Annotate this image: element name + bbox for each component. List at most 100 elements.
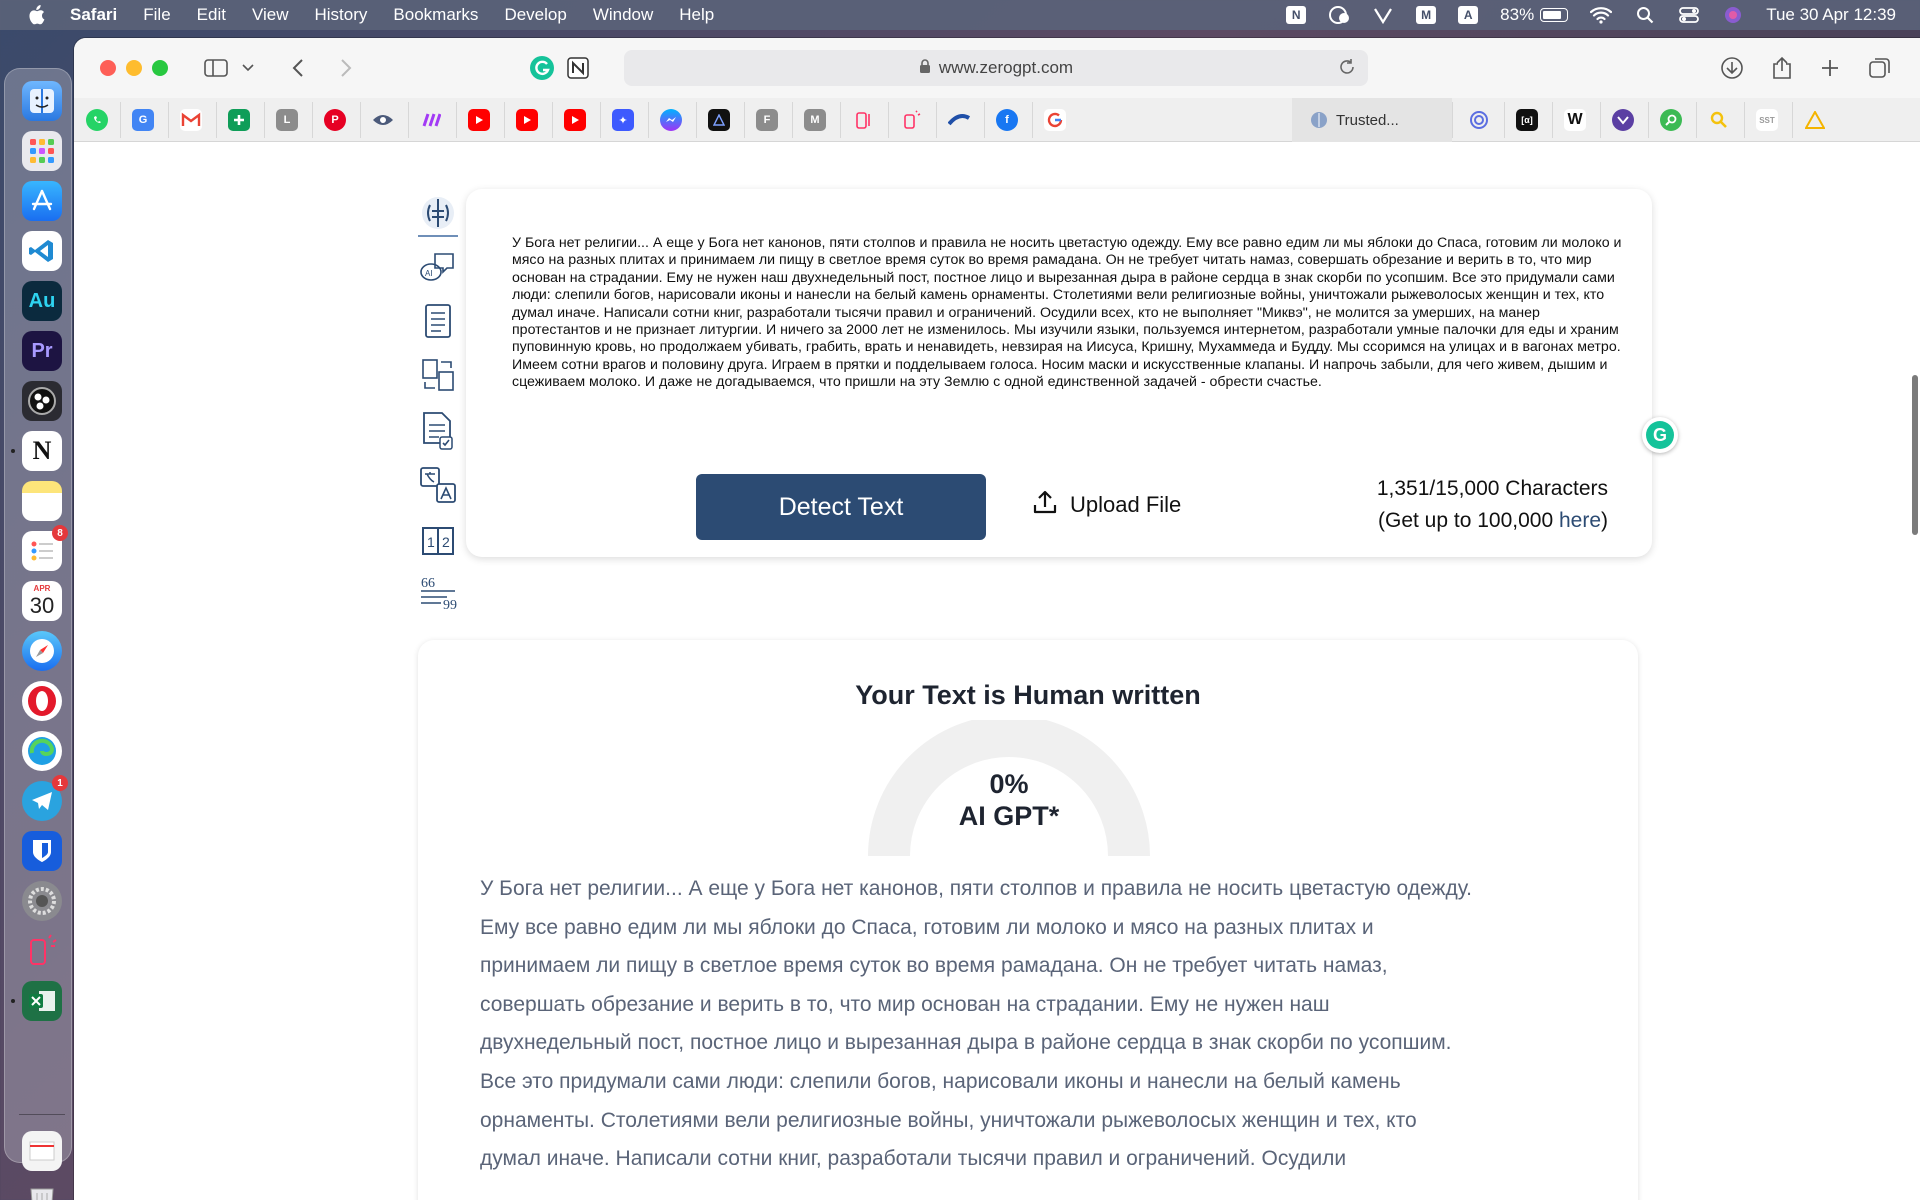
input-source-icon[interactable]: A bbox=[1458, 6, 1479, 24]
clock-badge-icon[interactable] bbox=[1328, 5, 1350, 25]
letter-m-tab-icon[interactable]: M bbox=[804, 109, 826, 131]
finder-app-icon[interactable] bbox=[22, 81, 62, 121]
upgrade-here-link[interactable]: here bbox=[1559, 509, 1601, 532]
address-bar[interactable]: www.zerogpt.com bbox=[624, 50, 1368, 86]
word-counter-icon[interactable]: 12 bbox=[418, 521, 458, 561]
edge-app-icon[interactable] bbox=[22, 731, 62, 771]
excel-app-icon[interactable] bbox=[22, 981, 62, 1021]
paraphraser-icon[interactable] bbox=[418, 355, 458, 395]
new-tab-icon[interactable] bbox=[1816, 54, 1844, 82]
menu-develop[interactable]: Develop bbox=[504, 5, 566, 25]
obs-app-icon[interactable] bbox=[22, 381, 62, 421]
safari-app-icon[interactable] bbox=[22, 631, 62, 671]
menu-history[interactable]: History bbox=[315, 5, 368, 25]
calendar-app-icon[interactable]: APR 30 bbox=[22, 581, 62, 621]
active-tab[interactable]: Trusted... bbox=[1292, 98, 1452, 142]
mirror-tab-icon[interactable] bbox=[900, 109, 922, 131]
ai-detector-brain-icon[interactable] bbox=[418, 191, 458, 237]
mirror-tab-icon[interactable] bbox=[852, 109, 874, 131]
battery-status[interactable]: 83% bbox=[1500, 5, 1569, 25]
magnifier-tab-icon[interactable] bbox=[1708, 109, 1730, 131]
youtube-tab-icon[interactable] bbox=[516, 109, 538, 131]
downloads-icon[interactable] bbox=[1718, 54, 1746, 82]
premiere-app-icon[interactable]: Pr bbox=[22, 331, 62, 371]
telegram-app-icon[interactable]: 1 bbox=[22, 775, 68, 821]
wave-tab-icon[interactable] bbox=[948, 109, 970, 131]
letter-l-tab-icon[interactable]: L bbox=[276, 109, 298, 131]
sidebar-toggle-icon[interactable] bbox=[202, 54, 230, 82]
reminders-app-icon[interactable]: 8 bbox=[22, 525, 68, 571]
launchpad-app-icon[interactable] bbox=[22, 131, 62, 171]
control-center-icon[interactable] bbox=[1678, 5, 1700, 25]
menubar-datetime[interactable]: Tue 30 Apr 12:39 bbox=[1766, 5, 1896, 25]
translator-icon[interactable] bbox=[418, 465, 458, 505]
tab-overview-icon[interactable] bbox=[1866, 54, 1894, 82]
whatsapp-tab-icon[interactable] bbox=[86, 109, 108, 131]
vscode-app-icon[interactable] bbox=[22, 231, 62, 271]
menu-edit[interactable]: Edit bbox=[197, 5, 226, 25]
siri-icon[interactable] bbox=[1722, 5, 1744, 25]
minimize-window-button[interactable] bbox=[126, 60, 142, 76]
notion-app-icon[interactable]: N bbox=[22, 431, 62, 471]
sparkle-tab-icon[interactable]: ✦ bbox=[612, 109, 634, 131]
wifi-icon[interactable] bbox=[1590, 5, 1613, 25]
menu-bookmarks[interactable]: Bookmarks bbox=[393, 5, 478, 25]
eye-tab-icon[interactable] bbox=[372, 109, 394, 131]
grammarly-badge-icon[interactable]: G bbox=[1642, 417, 1678, 453]
menu-view[interactable]: View bbox=[252, 5, 289, 25]
pinterest-tab-icon[interactable]: P bbox=[324, 109, 346, 131]
upload-file-button[interactable]: Upload File bbox=[1032, 485, 1181, 525]
sst-tab-icon[interactable]: SST bbox=[1756, 109, 1778, 131]
opera-app-icon[interactable] bbox=[22, 681, 62, 721]
messenger-tab-icon[interactable] bbox=[660, 109, 682, 131]
medium-menubar-icon[interactable]: M bbox=[1416, 6, 1437, 24]
citation-generator-icon[interactable]: 66 99 bbox=[418, 573, 458, 613]
google-tab-icon[interactable] bbox=[1044, 109, 1066, 131]
downloads-stack-icon[interactable] bbox=[22, 1131, 62, 1171]
bitwarden-app-icon[interactable] bbox=[22, 831, 62, 871]
reload-icon[interactable] bbox=[1338, 58, 1356, 81]
gmail-tab-icon[interactable] bbox=[180, 109, 202, 131]
text-input-area[interactable]: У Бога нет религии... А еще у Бога нет к… bbox=[512, 235, 1622, 392]
ai-chat-icon[interactable]: AI bbox=[418, 247, 458, 287]
dark-app-tab-icon[interactable] bbox=[708, 109, 730, 131]
forward-button-icon[interactable] bbox=[332, 54, 360, 82]
share-icon[interactable] bbox=[1768, 54, 1796, 82]
menu-app-name[interactable]: Safari bbox=[70, 5, 117, 25]
facebook-tab-icon[interactable]: f bbox=[996, 109, 1018, 131]
vpn-icon[interactable] bbox=[1372, 5, 1394, 25]
detect-text-button[interactable]: Detect Text bbox=[696, 474, 986, 540]
bracket-tab-icon[interactable]: [α] bbox=[1516, 109, 1538, 131]
shield-tab-icon[interactable] bbox=[1612, 109, 1634, 131]
google-translate-tab-icon[interactable]: G bbox=[132, 109, 154, 131]
spotlight-search-icon[interactable] bbox=[1634, 5, 1656, 25]
notion-extension-icon[interactable] bbox=[564, 54, 592, 82]
apple-menu-icon[interactable] bbox=[26, 5, 46, 25]
grammar-check-doc-icon[interactable] bbox=[418, 411, 458, 451]
make-tab-icon[interactable] bbox=[420, 109, 442, 131]
spiral-tab-icon[interactable] bbox=[1468, 109, 1490, 131]
menu-window[interactable]: Window bbox=[593, 5, 653, 25]
letter-f-tab-icon[interactable]: F bbox=[756, 109, 778, 131]
iphone-mirroring-app-icon[interactable] bbox=[22, 931, 62, 971]
system-settings-app-icon[interactable] bbox=[22, 881, 62, 921]
google-sheets-tab-icon[interactable] bbox=[228, 109, 250, 131]
chevron-down-icon[interactable] bbox=[234, 54, 262, 82]
close-window-button[interactable] bbox=[100, 60, 116, 76]
grammarly-extension-icon[interactable] bbox=[528, 54, 556, 82]
youtube-tab-icon[interactable] bbox=[468, 109, 490, 131]
youtube-tab-icon[interactable] bbox=[564, 109, 586, 131]
app-store-app-icon[interactable] bbox=[22, 181, 62, 221]
menu-help[interactable]: Help bbox=[679, 5, 714, 25]
w-tab-icon[interactable]: W bbox=[1564, 109, 1586, 131]
summarizer-doc-icon[interactable] bbox=[418, 301, 458, 341]
notion-menubar-icon[interactable]: N bbox=[1286, 6, 1307, 24]
menu-file[interactable]: File bbox=[143, 5, 170, 25]
trash-icon[interactable] bbox=[22, 1181, 62, 1200]
back-button-icon[interactable] bbox=[284, 54, 312, 82]
search-tab-icon[interactable] bbox=[1660, 109, 1682, 131]
audition-app-icon[interactable]: Au bbox=[22, 281, 62, 321]
page-scrollbar[interactable] bbox=[1912, 375, 1918, 535]
notes-app-icon[interactable] bbox=[22, 481, 62, 521]
warning-tab-icon[interactable] bbox=[1804, 109, 1826, 131]
